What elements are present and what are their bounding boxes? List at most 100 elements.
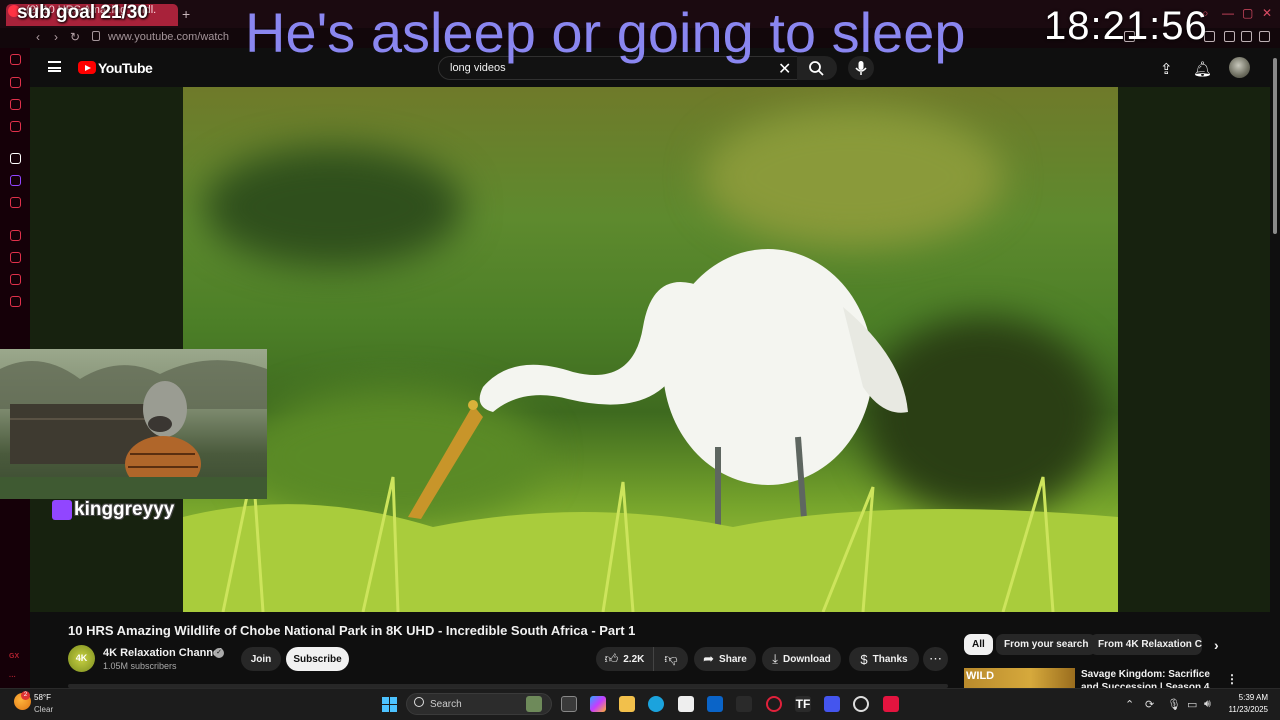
download-icon: ⤓	[772, 651, 778, 666]
upload-icon[interactable]: ⇪	[1160, 60, 1173, 78]
music-icon[interactable]	[10, 121, 21, 132]
menu-icon[interactable]	[1259, 31, 1270, 42]
thumbs-up-icon: 👍︎	[604, 651, 619, 666]
forward-icon[interactable]: ›	[54, 30, 58, 44]
dislike-button[interactable]: 👎︎	[653, 647, 688, 671]
clock-overlay: 18:21:56	[1044, 4, 1208, 48]
settings-icon[interactable]	[10, 296, 21, 307]
channel-name[interactable]: 4K Relaxation Channel	[103, 647, 222, 659]
stream-overlay-title: He's asleep or going to sleep	[245, 1, 966, 64]
downloads-icon[interactable]	[1241, 31, 1252, 42]
tiktok-icon[interactable]	[883, 696, 899, 712]
chip-all[interactable]: All	[964, 634, 993, 655]
clock-sidebar-icon[interactable]	[10, 230, 21, 241]
tray-overflow-icon[interactable]: ⌃	[1125, 698, 1134, 711]
obs-icon[interactable]	[853, 696, 869, 712]
taskbar-search-label: Search	[430, 699, 462, 710]
display-icon[interactable]: ▭	[1187, 698, 1197, 711]
thumbs-down-icon: 👎︎	[664, 651, 678, 666]
windows-taskbar	[0, 688, 1280, 720]
new-tab-icon[interactable]: +	[182, 6, 190, 22]
chip-from-channel[interactable]: From 4K Relaxation Channel	[1090, 634, 1202, 655]
search-highlight-icon[interactable]	[526, 696, 542, 712]
history-icon[interactable]	[10, 54, 21, 65]
edge-icon[interactable]	[648, 696, 664, 712]
opera-gx-icon[interactable]	[766, 696, 782, 712]
file-explorer-icon[interactable]	[619, 696, 635, 712]
like-count: 2.2K	[623, 653, 645, 665]
hamburger-menu-icon[interactable]	[48, 61, 61, 72]
user-avatar[interactable]	[1229, 57, 1250, 78]
thanks-button[interactable]: $ Thanks	[849, 647, 919, 671]
chip-from-your-search[interactable]: From your search	[996, 634, 1097, 655]
thanks-label: Thanks	[872, 653, 908, 665]
gx-label: GX	[9, 653, 20, 660]
like-button[interactable]: 👍︎ 2.2K	[596, 647, 653, 671]
subscriber-count: 1.05M subscribers	[103, 661, 177, 671]
start-button[interactable]	[382, 697, 397, 712]
more-icon[interactable]: ···	[9, 674, 16, 681]
subscribe-label: Subscribe	[293, 653, 342, 665]
weather-badge: 2	[21, 691, 30, 700]
weather-temp[interactable]: 58°F	[34, 693, 51, 702]
recommendation-title[interactable]: Savage Kingdom: Sacrifice and Succession…	[1081, 668, 1213, 688]
more-horizontal-icon: ⋯	[929, 651, 942, 666]
pinboard-icon[interactable]	[10, 274, 21, 285]
join-button[interactable]: Join	[241, 647, 281, 671]
share-button[interactable]: ➦ Share	[694, 647, 756, 671]
volume-icon[interactable]: 🔊︎	[1204, 698, 1211, 711]
twitch-logo-icon	[52, 500, 72, 520]
page-scrollbar-thumb[interactable]	[1273, 58, 1277, 234]
streamer-name: kinggreyyy	[74, 499, 175, 520]
notifications-icon[interactable]: 🔔︎	[1193, 60, 1212, 78]
sync-icon[interactable]: ⟳	[1145, 698, 1154, 711]
download-label: Download	[782, 653, 831, 665]
more-actions-button[interactable]: ⋯	[923, 647, 948, 671]
url-field[interactable]: www.youtube.com/watch	[108, 31, 229, 43]
aria-icon[interactable]	[10, 153, 21, 164]
join-label: Join	[250, 653, 272, 665]
tf-app-icon[interactable]: TF	[795, 696, 811, 712]
recommendation-thumb-label: WILD	[966, 670, 995, 682]
share-icon: ➦	[703, 651, 715, 666]
copilot-icon[interactable]	[590, 696, 606, 712]
recommendation-menu-icon[interactable]: ⋮	[1218, 668, 1246, 689]
mic-tray-icon[interactable]: 🎙︎	[1167, 698, 1181, 711]
taskbar-date[interactable]: 11/23/2025	[1224, 705, 1268, 714]
maximize-icon[interactable]: ▢	[1242, 6, 1253, 20]
webcam-image	[0, 360, 267, 499]
back-icon[interactable]: ‹	[36, 30, 40, 44]
youtube-sidebar-icon[interactable]	[10, 197, 21, 208]
verified-icon: ✓	[214, 648, 224, 658]
reload-icon[interactable]: ↻	[70, 30, 80, 44]
video-title: 10 HRS Amazing Wildlife of Chobe Nationa…	[68, 623, 636, 638]
weather-desc[interactable]: Clear	[34, 705, 53, 714]
minimize-icon[interactable]: —	[1222, 6, 1234, 20]
thanks-icon: $	[860, 651, 868, 667]
chips-next-icon[interactable]: ›	[1206, 634, 1227, 655]
youtube-logo-text[interactable]: YouTube	[98, 60, 153, 76]
sub-goal-overlay: sub goal 21/30	[17, 2, 148, 23]
lock-icon	[92, 31, 100, 41]
video-player[interactable]	[183, 87, 1118, 612]
youtube-logo-icon[interactable]	[78, 61, 96, 74]
download-button[interactable]: ⤓ Download	[762, 647, 841, 671]
taskbar-search-icon	[414, 697, 424, 707]
virtualbox-icon[interactable]	[824, 696, 840, 712]
cloud-icon[interactable]	[1224, 31, 1235, 42]
taskbar-time[interactable]: 5:39 AM	[1236, 693, 1268, 702]
channel-avatar[interactable]: 4K	[68, 645, 95, 672]
egret-image	[183, 249, 1118, 612]
screen: (2) 10 HRS Amazing Wildl... + ⌕ — ▢ ✕ ‹ …	[0, 0, 1280, 720]
app-icon[interactable]	[736, 696, 752, 712]
store-icon[interactable]	[678, 696, 694, 712]
close-window-icon[interactable]: ✕	[1262, 6, 1272, 20]
subscribe-button[interactable]: Subscribe	[286, 647, 349, 671]
share-label: Share	[719, 653, 747, 665]
shop-icon[interactable]	[10, 77, 21, 88]
outlook-icon[interactable]	[707, 696, 723, 712]
twitch-sidebar-icon[interactable]	[10, 175, 21, 186]
task-view-icon[interactable]	[561, 696, 577, 712]
timer-icon[interactable]	[10, 252, 21, 263]
messenger-icon[interactable]	[10, 99, 21, 110]
